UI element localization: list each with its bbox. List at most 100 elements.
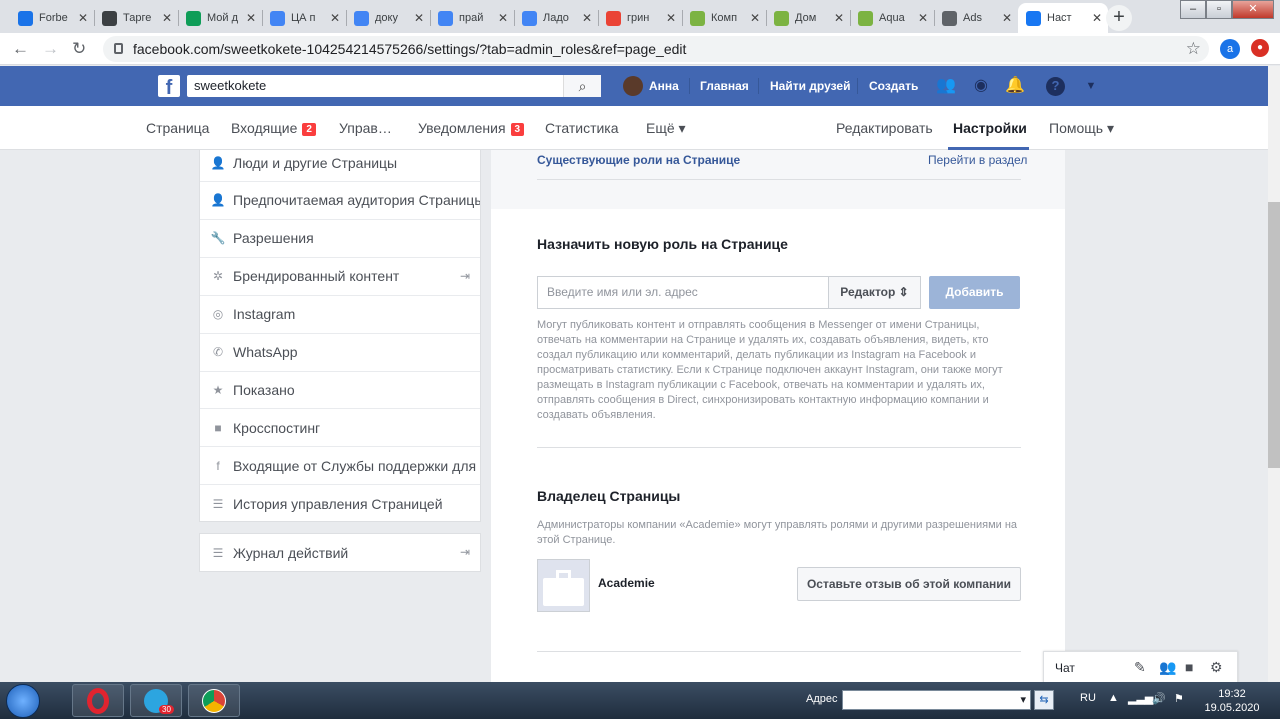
business-name[interactable]: Academie <box>598 576 655 590</box>
browser-tab[interactable]: Мой д ✕ <box>178 3 262 33</box>
browser-tab[interactable]: Наст ✕ <box>1018 3 1108 33</box>
windows-start-button[interactable] <box>6 684 40 718</box>
sidebar-item-activity-log[interactable]: ☰ Журнал действий ⇥ <box>200 534 480 572</box>
close-tab-icon[interactable]: ✕ <box>246 11 256 25</box>
tab-separator <box>766 10 767 26</box>
scrollbar-thumb[interactable] <box>1268 202 1280 468</box>
go-to-section-link[interactable]: Перейти в раздел <box>928 153 1027 167</box>
close-tab-icon[interactable]: ✕ <box>1092 11 1102 25</box>
close-tab-icon[interactable]: ✕ <box>1002 11 1012 25</box>
close-tab-icon[interactable]: ✕ <box>918 11 928 25</box>
role-select[interactable]: Редактор ⇕ <box>828 276 921 309</box>
sidebar-item[interactable]: ✆ WhatsApp <box>200 334 480 372</box>
sidebar-item[interactable]: ✲ Брендированный контент ⇥ <box>200 258 480 296</box>
taskbar-opera[interactable] <box>72 684 124 717</box>
pagenav-insights[interactable]: Статистика <box>545 120 619 136</box>
browser-tab[interactable]: Дом ✕ <box>766 3 850 33</box>
taskbar-telegram[interactable]: 30 <box>130 684 182 717</box>
language-indicator[interactable]: RU <box>1080 692 1096 704</box>
address-go-icon[interactable]: ⇆ <box>1034 690 1054 710</box>
lock-icon <box>114 43 123 54</box>
minimize-button[interactable]: – <box>1180 0 1206 19</box>
review-business-button[interactable]: Оставьте отзыв об этой компании <box>797 567 1021 601</box>
close-tab-icon[interactable]: ✕ <box>78 11 88 25</box>
pagenav-settings[interactable]: Настройки <box>953 120 1027 136</box>
show-hidden-icons-icon[interactable]: ▲ <box>1108 692 1119 704</box>
taskbar-chrome[interactable] <box>188 684 240 717</box>
browser-tab-title: Мой д <box>207 12 239 24</box>
add-role-button[interactable]: Добавить <box>929 276 1020 309</box>
close-tab-icon[interactable]: ✕ <box>162 11 172 25</box>
business-briefcase-icon[interactable] <box>537 559 590 612</box>
close-tab-icon[interactable]: ✕ <box>834 11 844 25</box>
sidebar-item[interactable]: 👤 Люди и другие Страницы <box>200 144 480 182</box>
video-call-icon[interactable]: ■ <box>1185 659 1193 675</box>
browser-tab[interactable]: ЦА п ✕ <box>262 3 346 33</box>
sidebar-item[interactable]: 🔧 Разрешения <box>200 220 480 258</box>
messenger-icon[interactable]: ◉ <box>971 77 991 95</box>
user-avatar[interactable] <box>623 76 643 96</box>
action-center-icon[interactable]: ⚑ <box>1174 692 1184 705</box>
user-name-link[interactable]: Анна <box>649 79 679 93</box>
sidebar-item[interactable]: ■ Кросспостинг <box>200 409 480 448</box>
create-group-icon[interactable]: 👥 <box>1159 659 1176 676</box>
network-signal-icon[interactable]: ▂▃▅ <box>1128 692 1153 705</box>
bookmark-star-icon[interactable]: ☆ <box>1186 36 1201 62</box>
existing-roles-heading[interactable]: Существующие роли на Странице <box>537 153 740 167</box>
browser-tab[interactable]: грин ✕ <box>598 3 682 33</box>
close-tab-icon[interactable]: ✕ <box>498 11 508 25</box>
browser-tab[interactable]: Комп ✕ <box>682 3 766 33</box>
browser-tab[interactable]: Forbe ✕ <box>10 3 94 33</box>
name-or-email-input[interactable]: Введите имя или эл. адрес <box>537 276 829 309</box>
sidebar-item[interactable]: f Входящие от Службы поддержки для Страни… <box>200 447 480 486</box>
facebook-search-input[interactable]: sweetkokete <box>187 75 601 97</box>
facebook-logo-icon[interactable]: f <box>158 75 180 99</box>
sidebar-item[interactable]: ☰ История управления Страницей <box>200 485 480 524</box>
account-menu-chevron-icon[interactable]: ▼ <box>1081 77 1101 95</box>
extension-icon[interactable]: ● <box>1251 39 1269 57</box>
volume-icon[interactable]: 🔊 <box>1152 692 1166 705</box>
close-tab-icon[interactable]: ✕ <box>750 11 760 25</box>
chat-bar[interactable]: Чат ✎ 👥 ■ ⚙ <box>1043 651 1238 683</box>
search-icon[interactable]: ⌕ <box>563 75 601 97</box>
close-tab-icon[interactable]: ✕ <box>666 11 676 25</box>
help-icon[interactable]: ? <box>1046 77 1065 96</box>
pagenav-more[interactable]: Ещё ▾ <box>646 120 686 137</box>
close-tab-icon[interactable]: ✕ <box>582 11 592 25</box>
close-tab-icon[interactable]: ✕ <box>414 11 424 25</box>
reload-icon[interactable]: ↻ <box>72 39 86 59</box>
nav-home[interactable]: Главная <box>700 79 749 93</box>
pagenav-help[interactable]: Помощь ▾ <box>1049 120 1114 137</box>
close-tab-icon[interactable]: ✕ <box>330 11 340 25</box>
new-message-icon[interactable]: ✎ <box>1134 659 1146 676</box>
address-toolbar-input[interactable]: ▾ <box>842 690 1031 710</box>
nav-find-friends[interactable]: Найти друзей <box>770 79 850 93</box>
browser-tab[interactable]: Тарге ✕ <box>94 3 178 33</box>
sidebar-item[interactable]: 👤 Предпочитаемая аудитория Страницы <box>200 182 480 220</box>
nav-create[interactable]: Создать <box>869 79 918 93</box>
browser-tab[interactable]: Ладо ✕ <box>514 3 598 33</box>
profile-avatar[interactable]: a <box>1220 39 1240 59</box>
system-clock[interactable]: 19:32 19.05.2020 <box>1196 687 1268 715</box>
pagenav-inbox[interactable]: Входящие 2 <box>231 120 316 136</box>
sidebar-item[interactable]: ◎ Instagram <box>200 296 480 334</box>
url-bar[interactable]: facebook.com/sweetkokete-104254214575266… <box>103 36 1209 62</box>
pagenav-edit[interactable]: Редактировать <box>836 120 933 136</box>
close-window-button[interactable]: ✕ <box>1232 0 1274 19</box>
pagenav-notifications[interactable]: Уведомления 3 <box>418 120 525 136</box>
maximize-button[interactable]: ▫ <box>1206 0 1232 19</box>
friend-requests-icon[interactable]: 👥 <box>936 77 956 95</box>
new-tab-button[interactable]: + <box>1106 5 1132 31</box>
browser-tab[interactable]: доку ✕ <box>346 3 430 33</box>
url-text[interactable]: facebook.com/sweetkokete-104254214575266… <box>133 41 686 57</box>
pagenav-manage[interactable]: Управ… <box>339 120 392 136</box>
forward-icon[interactable]: → <box>42 39 59 59</box>
pagenav-page[interactable]: Страница <box>146 120 209 136</box>
chat-settings-gear-icon[interactable]: ⚙ <box>1210 659 1223 676</box>
notifications-bell-icon[interactable]: 🔔 <box>1005 77 1025 95</box>
browser-tab[interactable]: Aqua ✕ <box>850 3 934 33</box>
browser-tab[interactable]: прай ✕ <box>430 3 514 33</box>
back-icon[interactable]: ← <box>12 39 29 59</box>
browser-tab[interactable]: Ads ✕ <box>934 3 1018 33</box>
sidebar-item[interactable]: ★ Показано <box>200 371 480 410</box>
